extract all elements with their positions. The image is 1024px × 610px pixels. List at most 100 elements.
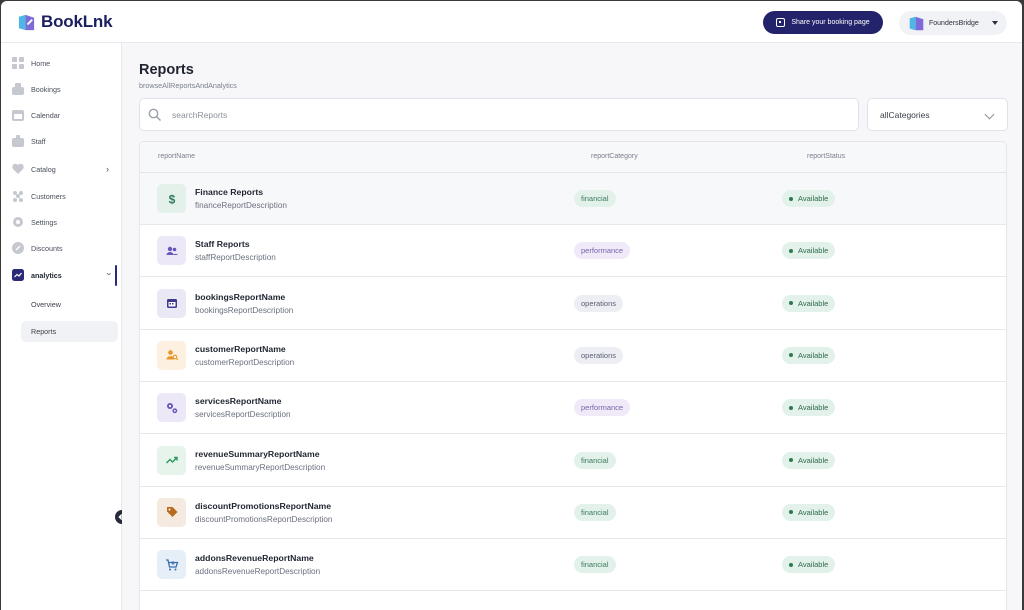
top-bar: BookLnk Share your booking page Founders… bbox=[1, 1, 1022, 43]
sidebar-item-label: analytics bbox=[31, 270, 62, 280]
category-badge: performance bbox=[574, 242, 631, 260]
logo[interactable]: BookLnk bbox=[17, 12, 113, 32]
heart-icon bbox=[11, 163, 24, 176]
sidebar-item-calendar[interactable]: Calendar bbox=[11, 105, 117, 125]
sidebar-item-bookings[interactable]: Bookings bbox=[11, 79, 117, 99]
search-input[interactable] bbox=[172, 109, 812, 120]
reports-table: reportName reportCategory reportStatus $… bbox=[139, 141, 1007, 610]
account-name: FoundersBridge bbox=[929, 19, 979, 27]
share-booking-page-button[interactable]: Share your booking page bbox=[763, 11, 883, 34]
report-name: servicesReportName bbox=[195, 396, 282, 407]
people-icon bbox=[157, 236, 186, 266]
table-row[interactable]: servicesReportName servicesReportDescript… bbox=[140, 382, 1006, 435]
sidebar-item-label: Discounts bbox=[31, 243, 63, 253]
report-name: revenueSummaryReportName bbox=[195, 448, 320, 459]
category-badge: financial bbox=[574, 556, 616, 574]
sidebar-subitem-reports[interactable]: Reports bbox=[21, 321, 118, 342]
status-dot-icon bbox=[789, 301, 793, 306]
chevron-right-icon: › bbox=[106, 164, 109, 174]
app-window: BookLnk Share your booking page Founders… bbox=[1, 1, 1022, 610]
customers-icon bbox=[11, 190, 24, 203]
status-dot-icon bbox=[789, 510, 793, 515]
status-label: Available bbox=[798, 507, 829, 517]
category-badge: operations bbox=[574, 294, 624, 312]
column-header-status: reportStatus bbox=[807, 153, 846, 160]
status-badge: Available bbox=[782, 556, 836, 574]
table-row[interactable]: discountPromotionsReportName discountProm… bbox=[140, 486, 1006, 539]
sidebar-item-staff[interactable]: Staff bbox=[11, 131, 117, 151]
status-label: Available bbox=[798, 246, 829, 256]
home-icon bbox=[11, 57, 24, 70]
sidebar-item-label: Calendar bbox=[31, 110, 61, 120]
active-indicator bbox=[115, 265, 117, 286]
calendar-icon bbox=[11, 109, 24, 122]
report-name: Staff Reports bbox=[195, 239, 250, 250]
gear-icon bbox=[11, 216, 24, 229]
category-select-value: allCategories bbox=[880, 109, 930, 120]
table-row[interactable]: revenueSummaryReportName revenueSummaryRe… bbox=[140, 434, 1006, 487]
status-badge: Available bbox=[782, 294, 836, 312]
booklnk-logo-icon bbox=[18, 14, 35, 30]
qr-code-icon bbox=[776, 18, 786, 27]
status-badge: Available bbox=[782, 451, 836, 469]
report-description: financeReportDescription bbox=[195, 201, 287, 210]
sidebar-item-analytics[interactable]: analytics › bbox=[11, 265, 117, 285]
report-description: addonsRevenueReportDescription bbox=[195, 567, 321, 577]
status-label: Available bbox=[798, 298, 829, 308]
status-label: Available bbox=[798, 560, 829, 570]
status-badge: Available bbox=[782, 190, 836, 207]
sidebar-item-label: Catalog bbox=[31, 164, 56, 174]
page-subtitle: browseAllReportsAndAnalytics bbox=[139, 81, 237, 90]
table-row[interactable]: $ Finance Reports financeReportDescription… bbox=[140, 173, 1006, 225]
report-description: discountPromotionsReportDescription bbox=[195, 514, 333, 524]
status-label: Available bbox=[798, 194, 829, 203]
chevron-down-icon bbox=[984, 109, 995, 120]
report-description: revenueSummaryReportDescription bbox=[195, 462, 326, 472]
staff-icon bbox=[11, 135, 24, 148]
column-header-category: reportCategory bbox=[591, 153, 638, 160]
account-menu[interactable]: FoundersBridge bbox=[899, 11, 1007, 35]
page-title: Reports bbox=[139, 62, 194, 78]
category-badge: operations bbox=[574, 346, 624, 364]
sidebar-item-catalog[interactable]: Catalog › bbox=[11, 159, 117, 179]
report-name: customerReportName bbox=[195, 343, 286, 354]
table-header: reportName reportCategory reportStatus bbox=[140, 142, 1006, 173]
status-dot-icon bbox=[789, 196, 793, 201]
bookings-icon bbox=[11, 83, 24, 96]
tag-icon bbox=[157, 497, 186, 527]
report-name: addonsRevenueReportName bbox=[195, 553, 314, 564]
table-row[interactable]: customerReportName customerReportDescript… bbox=[140, 329, 1006, 382]
status-dot-icon bbox=[789, 353, 793, 358]
status-dot-icon bbox=[789, 248, 793, 253]
category-select[interactable]: allCategories bbox=[867, 98, 1008, 131]
sidebar: Home Bookings Calendar Staff Catalog › C… bbox=[1, 43, 122, 610]
report-description: bookingsReportDescription bbox=[195, 305, 294, 315]
category-badge: financial bbox=[574, 503, 616, 521]
table-row[interactable]: bookingsReportName bookingsReportDescript… bbox=[140, 277, 1006, 330]
status-badge: Available bbox=[782, 503, 836, 521]
sidebar-item-home[interactable]: Home bbox=[11, 53, 117, 73]
status-badge: Available bbox=[782, 399, 836, 417]
customer-search-icon bbox=[157, 340, 186, 370]
discount-icon bbox=[11, 242, 24, 255]
status-dot-icon bbox=[789, 562, 793, 567]
category-badge: financial bbox=[574, 190, 616, 207]
report-description: customerReportDescription bbox=[195, 357, 295, 367]
table-row[interactable]: Staff Reports staffReportDescription perfo… bbox=[140, 225, 1006, 278]
search-icon bbox=[148, 108, 162, 121]
status-dot-icon bbox=[789, 405, 793, 410]
search-box bbox=[139, 98, 859, 131]
report-name: discountPromotionsReportName bbox=[195, 500, 332, 511]
sidebar-item-settings[interactable]: Settings bbox=[11, 212, 117, 232]
app-name: BookLnk bbox=[41, 12, 113, 31]
sidebar-item-customers[interactable]: Customers bbox=[11, 186, 117, 206]
sidebar-item-label: Customers bbox=[31, 191, 66, 201]
dollar-icon: $ bbox=[157, 184, 186, 213]
sidebar-item-label: Staff bbox=[31, 136, 46, 146]
sidebar-subitem-overview[interactable]: Overview bbox=[21, 294, 118, 315]
analytics-icon bbox=[11, 269, 24, 282]
status-dot-icon bbox=[789, 458, 793, 462]
sidebar-item-discounts[interactable]: Discounts bbox=[11, 238, 117, 258]
table-row[interactable]: addonsRevenueReportName addonsRevenueRepo… bbox=[140, 539, 1006, 592]
caret-down-icon bbox=[991, 21, 998, 25]
